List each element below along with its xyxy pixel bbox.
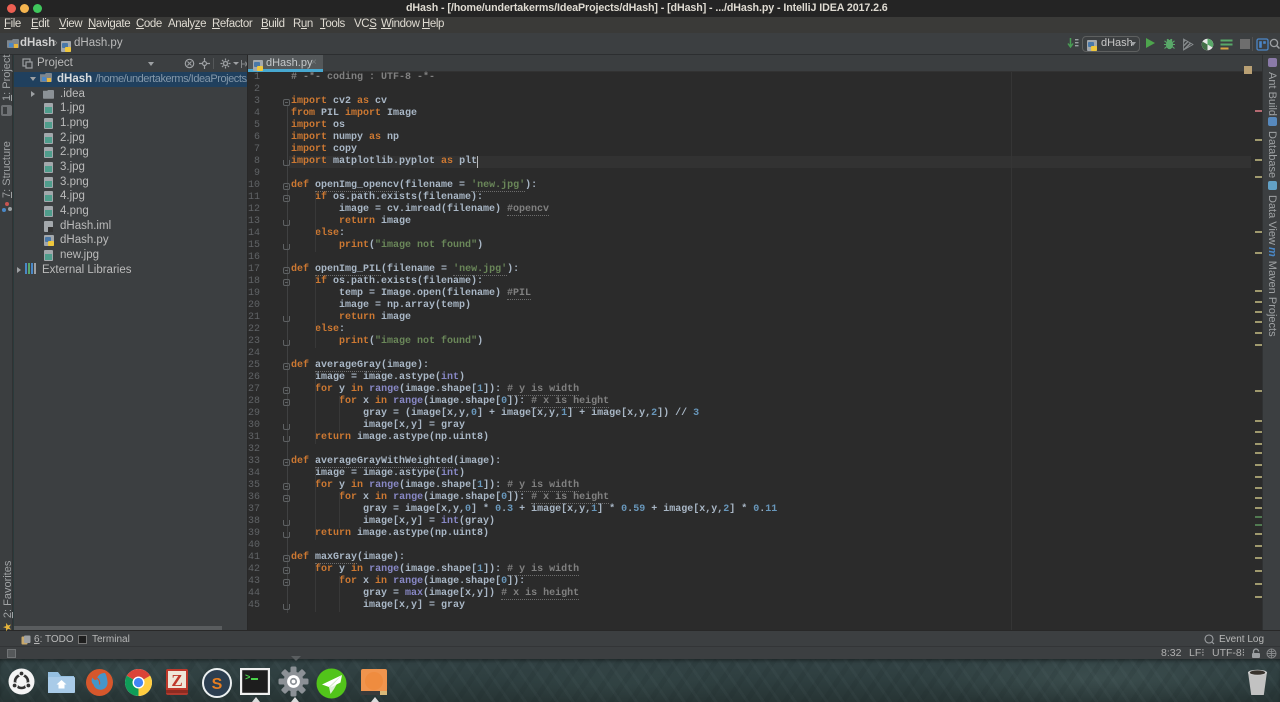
- svg-text:Z: Z: [171, 671, 182, 690]
- svg-text:>: >: [245, 673, 250, 683]
- svg-text:S: S: [212, 676, 223, 693]
